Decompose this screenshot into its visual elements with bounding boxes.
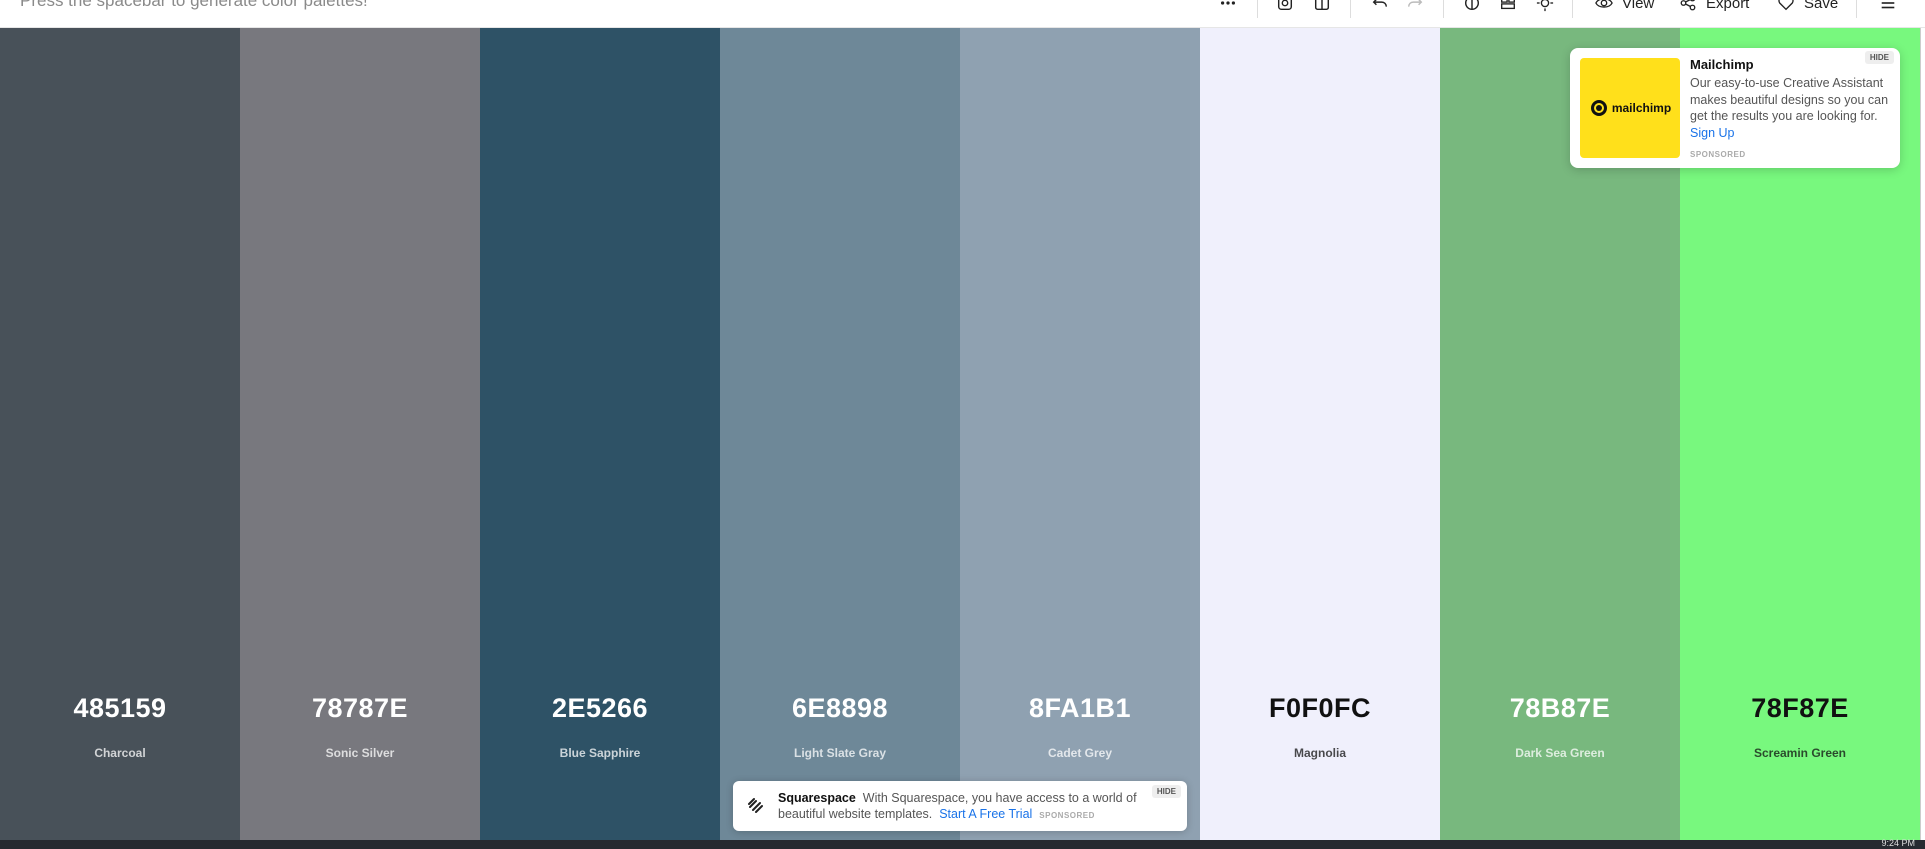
spacebar-hint: Press the spacebar to generate color pal… <box>20 0 368 10</box>
eye-icon <box>1594 0 1614 13</box>
divider <box>1572 0 1573 18</box>
palette-view-button[interactable] <box>1498 0 1518 14</box>
color-hex-code[interactable]: 6E8898 <box>720 693 960 724</box>
color-swatch[interactable]: 2E5266 Blue Sapphire <box>480 28 720 840</box>
color-name[interactable]: Magnolia <box>1200 746 1440 760</box>
layout-button[interactable] <box>1312 0 1332 14</box>
undo-icon <box>1370 0 1390 13</box>
color-name[interactable]: Dark Sea Green <box>1440 746 1680 760</box>
divider <box>1856 0 1857 18</box>
color-hex-code[interactable]: 78F87E <box>1680 693 1920 724</box>
squarespace-ad-text: Squarespace With Squarespace, you have a… <box>778 790 1168 824</box>
toolbar: Press the spacebar to generate color pal… <box>0 0 1925 28</box>
camera-button[interactable] <box>1275 0 1295 14</box>
ad-title: Mailchimp <box>1690 57 1754 72</box>
color-hex-code[interactable]: 2E5266 <box>480 693 720 724</box>
color-swatch[interactable]: 8FA1B1 Cadet Grey <box>960 28 1200 840</box>
color-hex-code[interactable]: 485159 <box>0 693 240 724</box>
more-options-button[interactable] <box>1218 0 1238 14</box>
divider <box>1350 0 1351 18</box>
heart-icon <box>1776 0 1796 13</box>
squarespace-logo-icon <box>748 798 763 813</box>
divider <box>1257 0 1258 18</box>
view-button[interactable]: View <box>1594 0 1654 14</box>
save-button[interactable]: Save <box>1776 0 1838 14</box>
color-name[interactable]: Cadet Grey <box>960 746 1200 760</box>
squarespace-ad[interactable]: Squarespace With Squarespace, you have a… <box>733 781 1187 831</box>
undo-button[interactable] <box>1370 0 1390 14</box>
contrast-icon <box>1462 0 1482 13</box>
hide-ad-button[interactable]: HIDE <box>1151 785 1181 798</box>
layout-icon <box>1312 0 1332 13</box>
color-name[interactable]: Screamin Green <box>1680 746 1920 760</box>
sponsored-label: SPONSORED <box>1690 150 1746 159</box>
color-name[interactable]: Light Slate Gray <box>720 746 960 760</box>
color-hex-code[interactable]: 8FA1B1 <box>960 693 1200 724</box>
export-label: Export <box>1706 0 1750 12</box>
taskbar-clock: 9:24 PM <box>1881 838 1915 848</box>
export-button[interactable]: Export <box>1678 0 1749 14</box>
ad-logo-text: mailchimp <box>1611 101 1672 115</box>
start-free-trial-link[interactable]: Start A Free Trial <box>939 807 1032 821</box>
theme-button[interactable] <box>1535 0 1555 14</box>
color-name[interactable]: Sonic Silver <box>240 746 480 760</box>
save-label: Save <box>1804 0 1839 12</box>
squarespace-ad-title: Squarespace <box>778 791 856 805</box>
share-icon <box>1678 0 1698 13</box>
ad-body: Our easy-to-use Creative Assistant makes… <box>1690 75 1890 141</box>
color-hex-code[interactable]: 78B87E <box>1440 693 1680 724</box>
color-swatch[interactable]: 78787E Sonic Silver <box>240 28 480 840</box>
redo-button[interactable] <box>1405 0 1425 14</box>
color-hex-code[interactable]: F0F0FC <box>1200 693 1440 724</box>
menu-button[interactable] <box>1878 0 1898 14</box>
color-hex-code[interactable]: 78787E <box>240 693 480 724</box>
ad-body-text: Our easy-to-use Creative Assistant makes… <box>1690 76 1889 123</box>
hide-ad-button[interactable]: HIDE <box>1864 51 1894 64</box>
scrollbar-edge <box>1920 28 1925 840</box>
camera-icon <box>1275 0 1295 13</box>
more-icon <box>1218 0 1238 13</box>
hamburger-icon <box>1878 0 1898 13</box>
sponsored-label: SPONSORED <box>1039 811 1095 820</box>
grid-icon <box>1498 0 1518 13</box>
view-label: View <box>1622 0 1655 12</box>
mailchimp-ad[interactable]: mailchimp Mailchimp Our easy-to-use Crea… <box>1570 48 1900 168</box>
divider <box>1443 0 1444 18</box>
color-name[interactable]: Blue Sapphire <box>480 746 720 760</box>
color-swatch[interactable]: 485159 Charcoal <box>0 28 240 840</box>
color-blindness-button[interactable] <box>1462 0 1482 14</box>
color-swatch[interactable]: 6E8898 Light Slate Gray <box>720 28 960 840</box>
redo-icon <box>1405 0 1425 13</box>
mailchimp-logo-icon <box>1590 100 1607 116</box>
ad-image[interactable]: mailchimp <box>1580 58 1680 158</box>
sign-up-link[interactable]: Sign Up <box>1690 126 1734 140</box>
os-taskbar: 9:24 PM <box>0 838 1925 849</box>
color-name[interactable]: Charcoal <box>0 746 240 760</box>
sun-icon <box>1535 0 1555 13</box>
color-swatch[interactable]: F0F0FC Magnolia <box>1200 28 1440 840</box>
